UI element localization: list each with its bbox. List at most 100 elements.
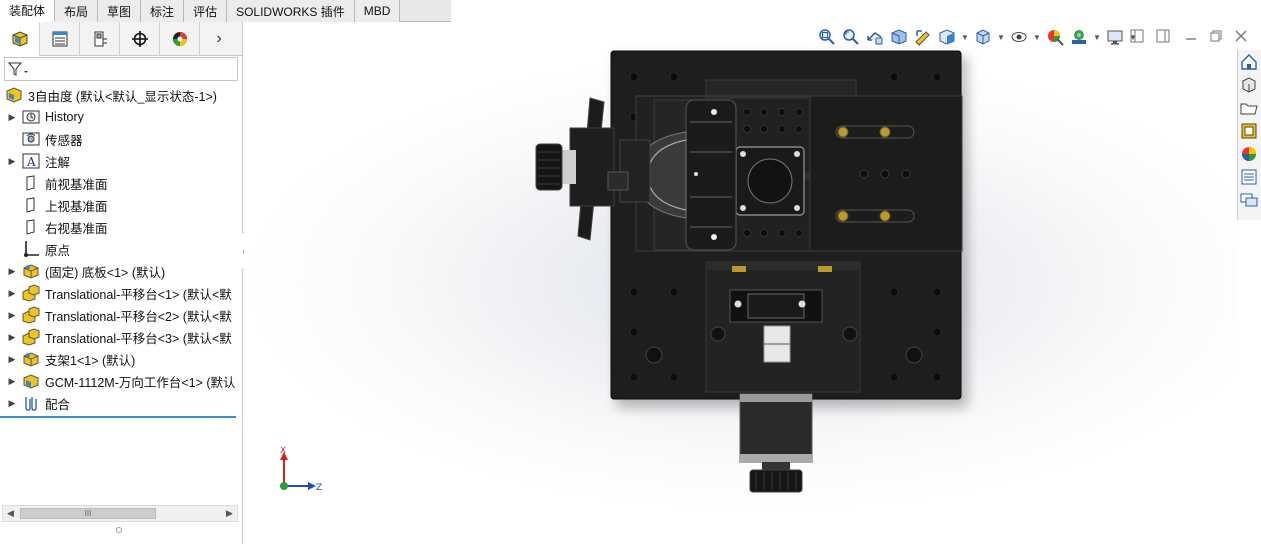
tab-solidworks-addins[interactable]: SOLIDWORKS 插件	[227, 0, 355, 22]
stepper-motor	[739, 393, 813, 463]
propertymanager-tab[interactable]	[40, 22, 80, 56]
tree-item-label: Translational-平移台<2> (默认<默	[45, 309, 232, 324]
panel-tabs: ›	[0, 22, 242, 56]
appearances-scenes-icon[interactable]	[1238, 142, 1260, 165]
tree-item-annotations[interactable]: ▶ A 注解	[0, 150, 242, 172]
svg-text:A: A	[26, 155, 36, 169]
assembly-icon	[4, 86, 24, 104]
assembly-icon	[12, 31, 27, 47]
adjust-knob	[535, 143, 563, 191]
design-library-icon[interactable]	[1238, 73, 1260, 96]
tree-item-origin[interactable]: ▶ 原点	[0, 238, 242, 260]
z-axis-label: Z	[316, 483, 322, 493]
file-explorer-icon[interactable]	[1238, 96, 1260, 119]
tree-item-top-plane[interactable]: ▶ 上视基准面	[0, 194, 242, 216]
subassembly-icon	[21, 284, 41, 302]
model-rendering[interactable]	[244, 22, 1237, 544]
tab-markup[interactable]: 标注	[141, 0, 185, 22]
custom-properties-icon[interactable]	[1238, 165, 1260, 188]
command-manager-tabs: 装配体 布局 草图 标注 评估 SOLIDWORKS 插件 MBD	[0, 0, 451, 22]
displaymanager-tab[interactable]	[160, 22, 200, 56]
rollback-bar[interactable]	[0, 416, 236, 418]
property-list-icon	[52, 31, 67, 47]
panel-more-arrow[interactable]: ›	[200, 22, 238, 55]
expand-arrow-icon[interactable]: ▶	[7, 354, 17, 365]
panel-resize-handle[interactable]	[116, 527, 122, 533]
tab-layout[interactable]: 布局	[55, 0, 99, 22]
plane-icon	[21, 174, 41, 192]
tree-item-label: 支架1<1> (默认)	[45, 353, 136, 368]
expand-arrow-icon[interactable]: ▶	[7, 332, 17, 343]
tree-item-label: 原点	[45, 243, 71, 258]
scroll-right-icon[interactable]: ▶	[222, 506, 237, 521]
part-icon	[21, 350, 41, 368]
appearance-icon	[172, 32, 187, 46]
filter-icon	[8, 62, 28, 76]
subassembly-icon	[21, 372, 41, 390]
plane-icon	[21, 196, 41, 214]
tree-item-label: 配合	[45, 397, 71, 412]
tree-item-translational-2[interactable]: ▶ Translational-平移台<2> (默认<默	[0, 304, 242, 326]
subassembly-icon	[21, 306, 41, 324]
forum-icon[interactable]	[1238, 188, 1260, 211]
tree-root-assembly[interactable]: 3自由度 (默认<默认_显示状态-1>)	[0, 84, 242, 106]
expand-arrow-icon[interactable]: ▶	[7, 288, 17, 299]
tree-item-translational-3[interactable]: ▶ Translational-平移台<3> (默认<默	[0, 326, 242, 348]
tree-item-label: 传感器	[45, 133, 83, 148]
tree-filter[interactable]	[4, 57, 238, 81]
expand-arrow-icon[interactable]: ▶	[7, 398, 17, 409]
annotation-icon: A	[21, 152, 41, 170]
tab-evaluate[interactable]: 评估	[184, 0, 228, 22]
tree-item-label: Translational-平移台<3> (默认<默	[45, 331, 232, 346]
tree-item-base-plate[interactable]: ▶ (固定) 底板<1> (默认)	[0, 260, 242, 282]
tree-item-gcm-stage[interactable]: ▶ GCM-1112M-万向工作台<1> (默认	[0, 370, 242, 392]
expand-arrow-icon[interactable]: ▶	[7, 112, 17, 123]
configurationmanager-tab[interactable]	[80, 22, 120, 56]
mates-icon	[21, 394, 41, 412]
tree-item-translational-1[interactable]: ▶ Translational-平移台<1> (默认<默	[0, 282, 242, 304]
task-pane	[1237, 50, 1261, 220]
expand-arrow-icon[interactable]: ▶	[7, 310, 17, 321]
tree-item-label: 右视基准面	[45, 221, 108, 236]
tree-item-label: GCM-1112M-万向工作台<1> (默认	[45, 375, 236, 390]
expand-arrow-icon[interactable]: ▶	[7, 156, 17, 167]
tree-item-front-plane[interactable]: ▶ 前视基准面	[0, 172, 242, 194]
tree-item-history[interactable]: ▶ History	[0, 106, 242, 128]
tree-item-label: History	[45, 110, 84, 124]
feature-manager-panel: › 3自由度 (默认<默认_显示状态-1>) ▶ History 传感器 ▶ A…	[0, 22, 243, 544]
tree-item-right-plane[interactable]: ▶ 右视基准面	[0, 216, 242, 238]
sensor-icon	[21, 130, 41, 148]
tree-item-label: 上视基准面	[45, 199, 108, 214]
tab-assembly[interactable]: 装配体	[0, 0, 56, 22]
x-axis-label: X	[280, 446, 286, 456]
tab-mbd[interactable]: MBD	[354, 0, 401, 22]
reference-triad: X Z	[280, 446, 322, 493]
part-icon	[21, 262, 41, 280]
tree-item-label: Translational-平移台<1> (默认<默	[45, 287, 232, 302]
history-icon	[21, 108, 41, 126]
horizontal-scrollbar[interactable]: ◀ III ▶	[2, 505, 238, 522]
origin-icon	[21, 240, 41, 258]
featuremanager-tab[interactable]	[0, 22, 40, 56]
tab-sketch[interactable]: 草图	[98, 0, 142, 22]
crosshair-icon	[131, 31, 148, 47]
scroll-left-icon[interactable]: ◀	[3, 506, 18, 521]
view-palette-icon[interactable]	[1238, 119, 1260, 142]
tree-item-label: 前视基准面	[45, 177, 108, 192]
expand-arrow-icon[interactable]: ▶	[7, 266, 17, 277]
tree-root-label: 3自由度 (默认<默认_显示状态-1>)	[28, 89, 217, 104]
tree-item-bracket[interactable]: ▶ 支架1<1> (默认)	[0, 348, 242, 370]
tree-item-sensors[interactable]: ▶ 传感器	[0, 128, 242, 150]
plane-icon	[21, 218, 41, 236]
tree-item-label: 注解	[45, 155, 71, 170]
solidworks-resources-icon[interactable]	[1238, 50, 1260, 73]
tree-item-label: (固定) 底板<1> (默认)	[45, 265, 166, 280]
feature-tree: 3自由度 (默认<默认_显示状态-1>) ▶ History ▶ 传感器 ▶ A…	[0, 84, 242, 418]
dimxpert-tab[interactable]	[120, 22, 160, 56]
scroll-thumb[interactable]: III	[20, 508, 156, 519]
configuration-icon	[94, 31, 107, 47]
tree-item-mates[interactable]: ▶ 配合	[0, 392, 242, 414]
graphics-viewport[interactable]: ▼ ▼ ▼ ▼ ▼	[244, 22, 1247, 544]
expand-arrow-icon[interactable]: ▶	[7, 376, 17, 387]
subassembly-icon	[21, 328, 41, 346]
